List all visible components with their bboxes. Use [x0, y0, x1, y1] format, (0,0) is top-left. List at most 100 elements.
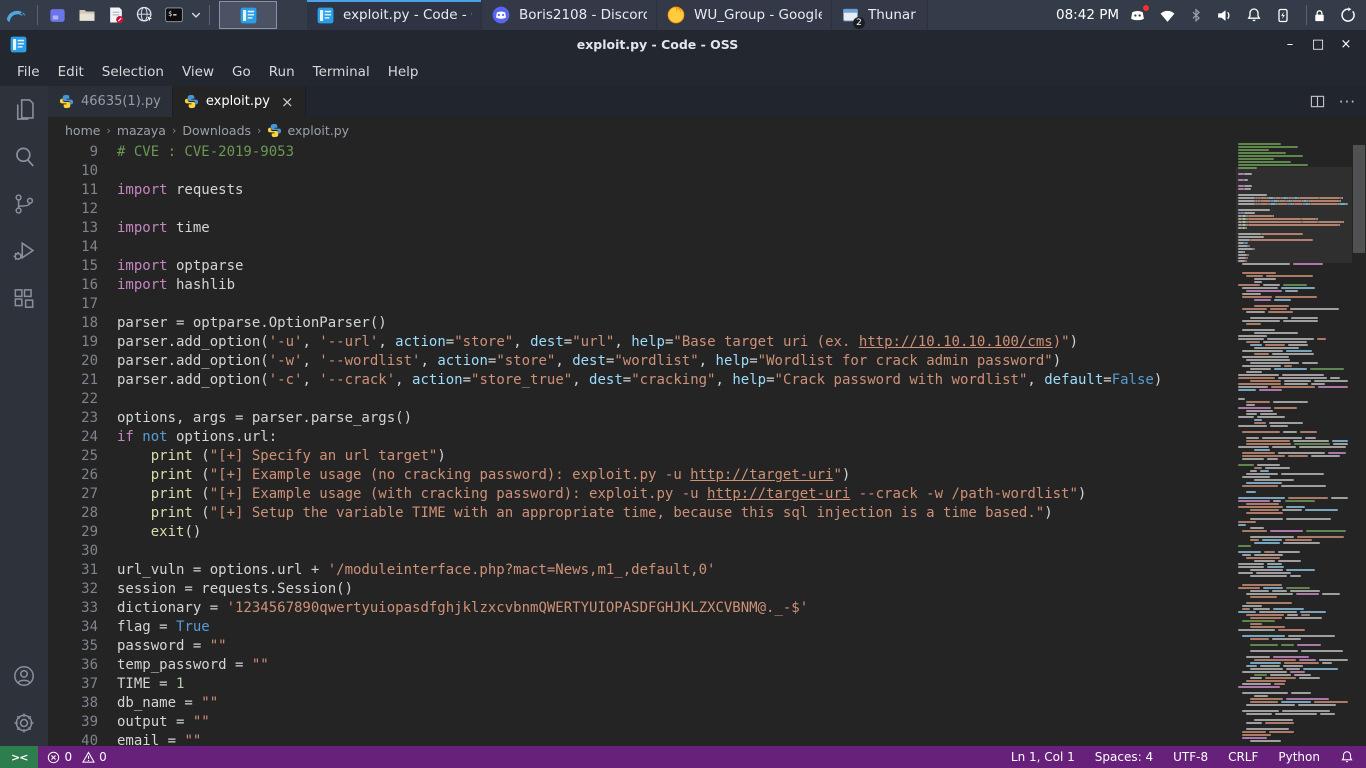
minimize-button[interactable]: – [1278, 34, 1302, 54]
code-line: password = "" [117, 637, 1236, 656]
account-icon[interactable] [0, 652, 48, 699]
power-icon[interactable] [1340, 7, 1356, 23]
code-line: parser = optparse.OptionParser() [117, 314, 1236, 333]
menu-item-edit[interactable]: Edit [49, 58, 93, 86]
status-spaces[interactable]: Spaces: 4 [1095, 750, 1153, 764]
line-number: 21 [48, 371, 110, 390]
files-icon[interactable] [0, 86, 48, 133]
menu-item-view[interactable]: View [173, 58, 223, 86]
breadcrumb: home›mazaya›Downloads›exploit.py [48, 117, 1366, 143]
panel-clock[interactable]: 08:42 PM [1056, 7, 1119, 23]
code-line: import time [117, 219, 1236, 238]
line-number: 17 [48, 295, 110, 314]
scrollbar-thumb[interactable] [1353, 145, 1365, 253]
minimap-viewport[interactable] [1236, 167, 1352, 263]
taskbar-window-label: exploit.py - Code - O... [343, 7, 472, 23]
terminal-launcher-icon[interactable]: $ [160, 1, 187, 29]
workbench: 46635(1).pyexploit.py× ··· home›mazaya›D… [0, 86, 1366, 746]
code-oss-launcher[interactable] [219, 1, 277, 29]
maximize-button[interactable]: □ [1306, 34, 1330, 54]
status-crlf[interactable]: CRLF [1228, 750, 1258, 764]
breadcrumb-item-home[interactable]: home [65, 123, 100, 138]
extensions-icon[interactable] [0, 274, 48, 321]
discord-tray-icon[interactable] [1129, 7, 1146, 24]
close-button[interactable]: × [1334, 34, 1358, 54]
activity-bar [0, 86, 48, 746]
line-number: 13 [48, 219, 110, 238]
line-number: 37 [48, 675, 110, 694]
source-control-icon[interactable] [0, 180, 48, 227]
run-debug-icon[interactable] [0, 227, 48, 274]
panel-separator [209, 5, 210, 25]
taskbar-window-button[interactable]: WU_Group - Google ... [657, 0, 832, 30]
code-line [117, 162, 1236, 181]
menu-item-help[interactable]: Help [379, 58, 428, 86]
bluetooth-icon[interactable] [1189, 8, 1203, 22]
search-icon[interactable] [0, 133, 48, 180]
tab-exploit.py[interactable]: exploit.py × [173, 86, 306, 117]
more-actions-icon[interactable]: ··· [1339, 93, 1356, 111]
editor[interactable]: 9101112131415161718192021222324252627282… [48, 143, 1366, 746]
code-line: print ("[+] Specify an url target") [117, 447, 1236, 466]
discord-icon [491, 5, 511, 25]
code-line: parser.add_option('-w', '--wordlist', ac… [117, 352, 1236, 371]
volume-icon[interactable] [1216, 7, 1233, 24]
settings-gear-icon[interactable] [0, 699, 48, 746]
menu-item-run[interactable]: Run [260, 58, 304, 86]
kali-menu-icon[interactable] [0, 0, 32, 30]
menu-item-terminal[interactable]: Terminal [304, 58, 379, 86]
file-manager-launcher-icon[interactable] [73, 1, 100, 29]
code-line: output = "" [117, 713, 1236, 732]
taskbar-window-button[interactable]: exploit.py - Code - O... [307, 0, 482, 30]
tab-bar: 46635(1).py exploit.py × ··· [48, 86, 1366, 117]
close-icon[interactable]: × [281, 93, 294, 111]
scrollbar[interactable] [1352, 143, 1366, 746]
remote-indicator[interactable]: >< [0, 746, 38, 768]
breadcrumb-label: mazaya [117, 123, 166, 138]
window-title: exploit.py - Code - OSS [37, 37, 1278, 52]
menu-item-file[interactable]: File [8, 58, 49, 86]
breadcrumb-item-mazaya[interactable]: mazaya [117, 123, 166, 138]
code-line [117, 295, 1236, 314]
vscode-icon [9, 35, 28, 54]
taskbar-window-label: WU_Group - Google ... [694, 7, 822, 23]
notification-dot [1143, 5, 1149, 11]
taskbar-window-button[interactable]: Boris2108 - Discord [482, 0, 657, 30]
problems-status[interactable]: 0 0 [38, 746, 115, 768]
chevron-down-icon[interactable] [188, 9, 204, 21]
windows-launcher-icon[interactable] [44, 1, 71, 29]
error-icon [47, 751, 60, 764]
status-python[interactable]: Python [1278, 750, 1320, 764]
code-area[interactable]: 9101112131415161718192021222324252627282… [48, 143, 1236, 746]
menu-item-go[interactable]: Go [223, 58, 260, 86]
status-ln[interactable]: Ln 1, Col 1 [1011, 750, 1075, 764]
text-editor-launcher-icon[interactable] [102, 1, 129, 29]
breadcrumb-item-Downloads[interactable]: Downloads [182, 123, 251, 138]
line-number: 25 [48, 447, 110, 466]
browser-launcher-icon[interactable] [131, 1, 158, 29]
menu-item-selection[interactable]: Selection [93, 58, 173, 86]
split-editor-icon[interactable] [1310, 94, 1325, 109]
line-number: 32 [48, 580, 110, 599]
bell-icon[interactable] [1340, 750, 1354, 764]
tab-46635(1).py[interactable]: 46635(1).py [48, 86, 173, 117]
code-line: # CVE : CVE-2019-9053 [117, 143, 1236, 162]
line-number: 40 [48, 732, 110, 746]
editor-group: 46635(1).pyexploit.py× ··· home›mazaya›D… [48, 86, 1366, 746]
taskbar-window-button[interactable]: 2Thunar [832, 0, 928, 30]
tab-label: exploit.py [206, 94, 270, 109]
breadcrumb-label: home [65, 123, 100, 138]
lock-icon[interactable] [1312, 8, 1327, 23]
breadcrumb-item-exploit.py[interactable]: exploit.py [267, 123, 349, 138]
battery-icon[interactable] [1275, 7, 1291, 23]
warning-icon [82, 751, 95, 764]
taskbar-window-label: Boris2108 - Discord [519, 7, 647, 23]
code-line: email = "" [117, 732, 1236, 746]
wifi-icon[interactable] [1159, 7, 1176, 24]
bell-icon[interactable] [1246, 7, 1262, 23]
status-utf8[interactable]: UTF-8 [1173, 750, 1208, 764]
taskbar-window-list: exploit.py - Code - O... Boris2108 - Disc… [307, 0, 928, 30]
minimap[interactable] [1236, 143, 1352, 746]
breadcrumb-separator: › [106, 124, 110, 137]
system-tray [1129, 7, 1301, 24]
